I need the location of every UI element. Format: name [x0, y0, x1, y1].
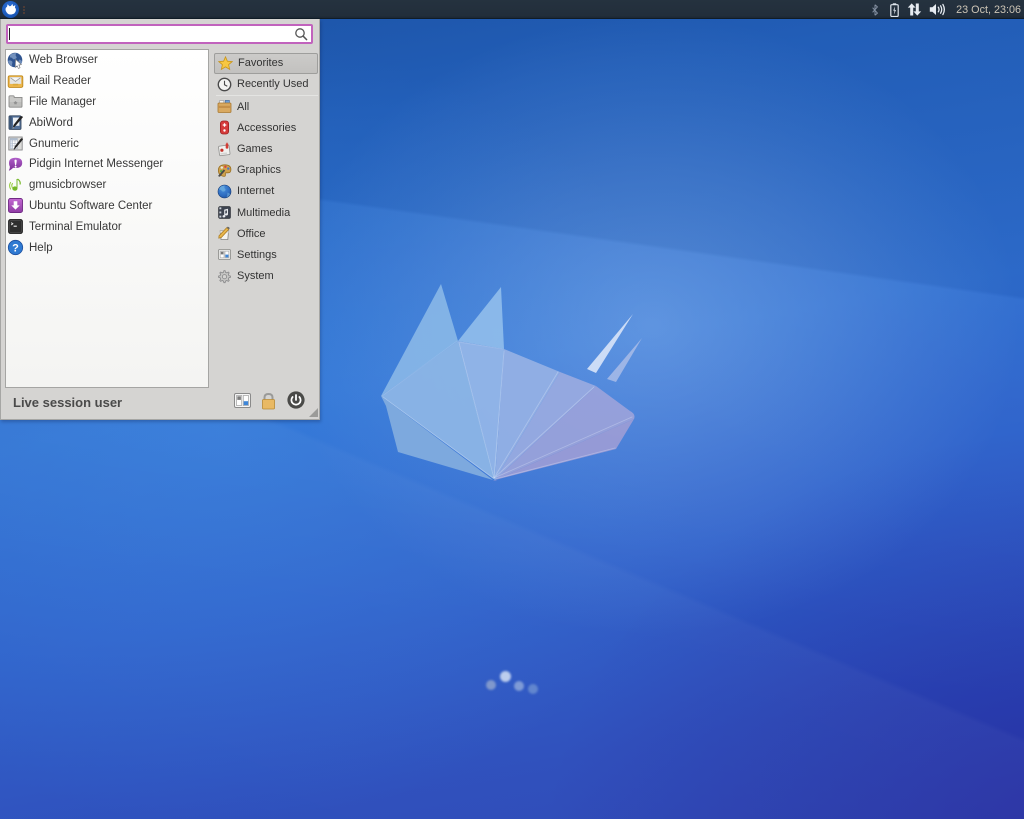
svg-text:?: ? — [12, 242, 19, 254]
